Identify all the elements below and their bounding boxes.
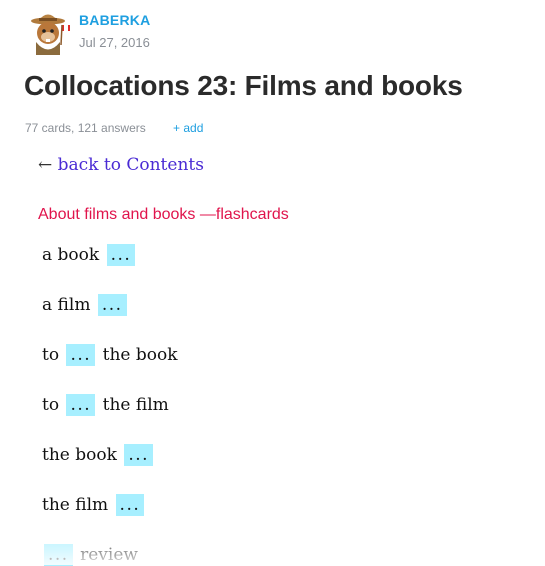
author-header: BABERKA Jul 27, 2016 [24, 9, 524, 57]
deck-title: Collocations 23: Films and books [24, 70, 463, 101]
card-text-before: the book [42, 445, 117, 465]
card-blank[interactable]: ... [44, 544, 73, 566]
card-blank[interactable]: ... [97, 294, 127, 316]
left-arrow-icon: ← [38, 155, 53, 175]
beaver-ranger-icon[interactable] [24, 9, 72, 57]
card-text-before: the film [42, 495, 109, 515]
card-text-after: review [80, 545, 138, 565]
card-blank[interactable]: ... [66, 344, 96, 366]
add-button[interactable]: + add [173, 121, 203, 135]
card-blank[interactable]: ... [66, 394, 96, 416]
flashcard[interactable]: a film ... [42, 294, 129, 316]
deck-stats: 77 cards, 121 answers [25, 121, 146, 135]
flashcard[interactable]: ... review [42, 544, 138, 566]
card-blank[interactable]: ... [115, 494, 145, 516]
card-blank[interactable]: ... [124, 444, 154, 466]
flashcard[interactable]: to ... the book [42, 344, 178, 366]
section-title: About films and books —flashcards [38, 206, 289, 223]
back-to-contents-link[interactable]: back to Contents [58, 155, 204, 175]
card-text-before: a book [42, 245, 100, 265]
back-nav: ← back to Contents [38, 155, 204, 175]
card-text-before: a film [42, 295, 91, 315]
card-text-after: the film [102, 395, 169, 415]
card-text-before: to [42, 395, 60, 415]
flashcard[interactable]: the film ... [42, 494, 146, 516]
card-blank[interactable]: ... [106, 244, 136, 266]
card-text-before: to [42, 345, 60, 365]
flashcard[interactable]: a book ... [42, 244, 137, 266]
author-name[interactable]: BABERKA [79, 12, 150, 28]
flashcard[interactable]: the book ... [42, 444, 155, 466]
card-text-after: the book [102, 345, 178, 365]
flashcard[interactable]: to ... the film [42, 394, 169, 416]
post-date: Jul 27, 2016 [79, 35, 150, 50]
